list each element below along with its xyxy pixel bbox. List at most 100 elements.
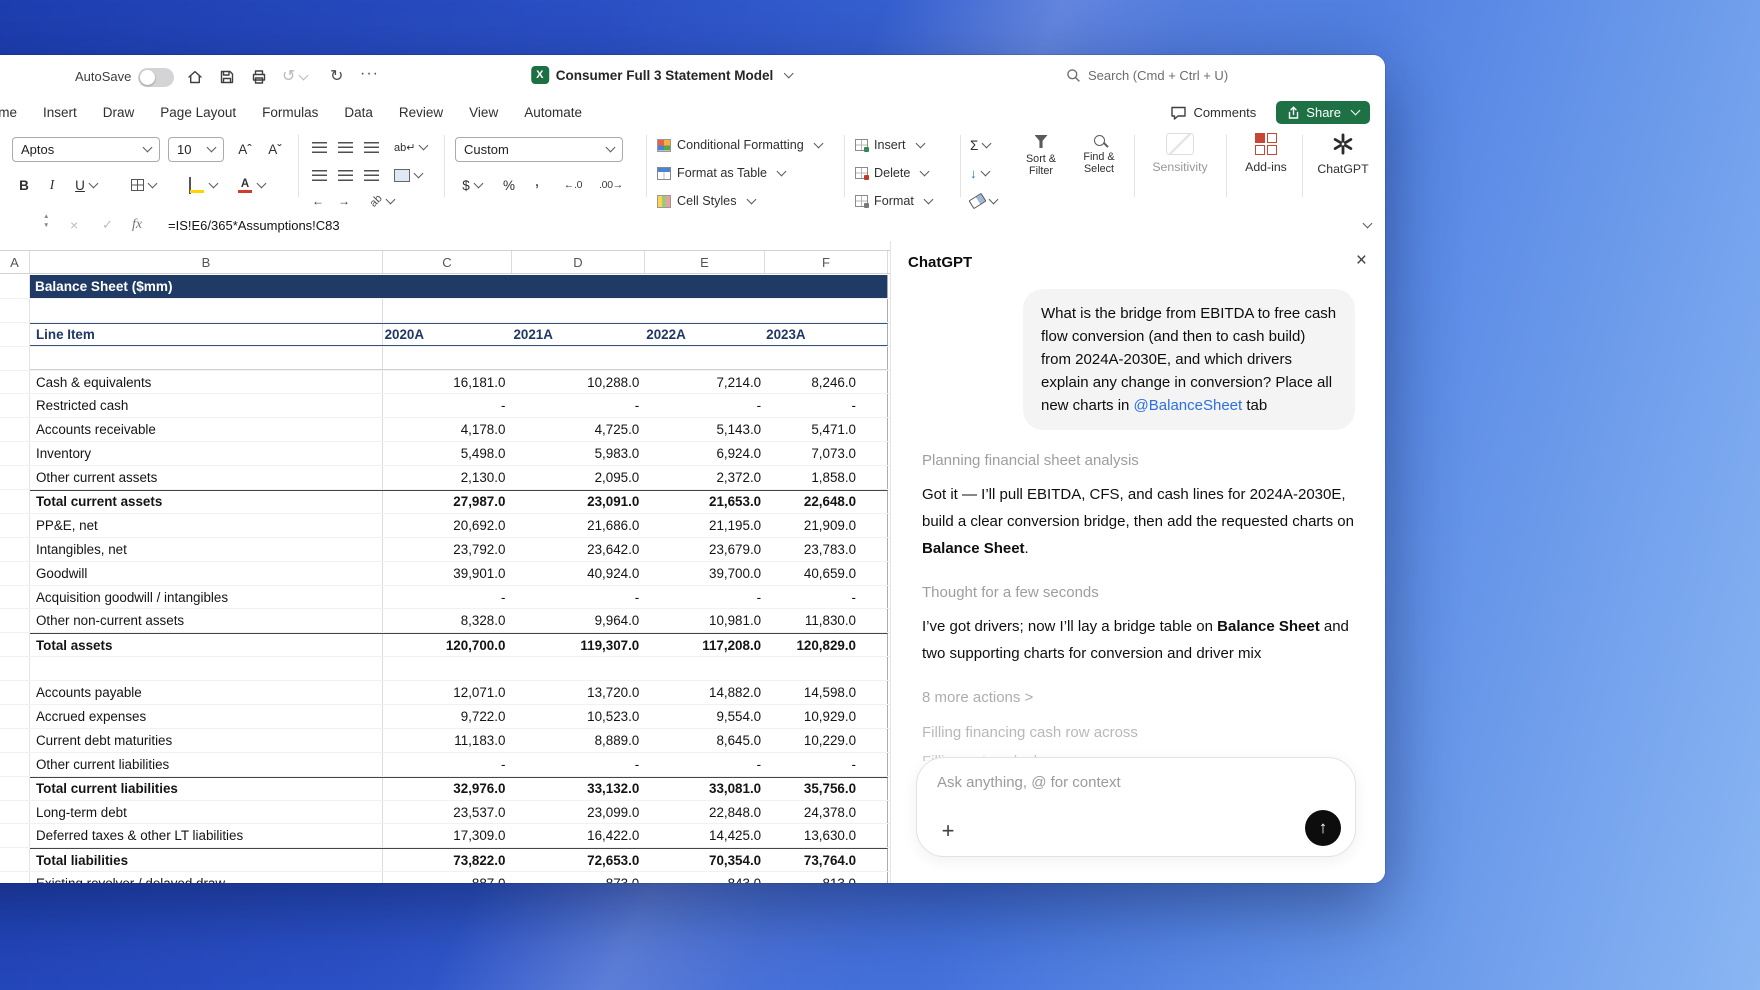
- tab-review[interactable]: Review: [386, 100, 456, 125]
- cell-label[interactable]: Accounts payable: [30, 681, 383, 705]
- font-name-select[interactable]: Aptos: [12, 137, 160, 162]
- cell-value[interactable]: 20,692.0: [383, 514, 512, 537]
- share-button[interactable]: Share: [1276, 101, 1370, 124]
- cell-value[interactable]: 8,645.0: [644, 729, 764, 752]
- formula-bar-expand-icon[interactable]: [1362, 218, 1373, 229]
- sheet-title-cell[interactable]: Balance Sheet ($mm): [30, 279, 173, 294]
- cell-value[interactable]: 16,422.0: [511, 824, 644, 847]
- cell-value[interactable]: 33,081.0: [644, 778, 764, 800]
- cell-value[interactable]: 4,178.0: [383, 418, 512, 441]
- cell-value[interactable]: 14,425.0: [644, 824, 764, 847]
- more-commands-icon[interactable]: ···: [360, 65, 379, 83]
- cell-value[interactable]: 23,537.0: [383, 801, 512, 824]
- cell-value[interactable]: 10,981.0: [644, 609, 764, 632]
- cell-value[interactable]: 887.0: [383, 872, 512, 883]
- cell-column-a[interactable]: [0, 275, 30, 298]
- tab-draw[interactable]: Draw: [90, 100, 148, 125]
- tab-automate[interactable]: Automate: [511, 100, 595, 125]
- cell-column-a[interactable]: [0, 752, 30, 776]
- cell-value[interactable]: 120,700.0: [383, 634, 512, 656]
- cell-value[interactable]: 21,909.0: [764, 514, 887, 537]
- undo-icon[interactable]: ↺: [282, 66, 309, 86]
- cell-value[interactable]: 23,792.0: [383, 538, 512, 561]
- cell-value[interactable]: 873.0: [511, 872, 644, 883]
- cell-label[interactable]: Accounts receivable: [30, 418, 383, 442]
- cell-value[interactable]: [511, 657, 644, 680]
- sensitivity-button[interactable]: Sensitivity: [1142, 133, 1218, 174]
- cell-value[interactable]: 12,071.0: [383, 681, 512, 704]
- cell-label[interactable]: Other non-current assets: [30, 609, 383, 633]
- cell-column-a[interactable]: [0, 394, 30, 418]
- print-icon[interactable]: [250, 68, 268, 86]
- cell-value[interactable]: 24,378.0: [764, 801, 887, 824]
- cell-column-a[interactable]: [0, 681, 30, 705]
- cell-value[interactable]: 21,195.0: [644, 514, 764, 537]
- shrink-font-button[interactable]: Aˇ: [262, 137, 288, 161]
- cell-value[interactable]: 39,700.0: [644, 562, 764, 585]
- cell-value[interactable]: 40,924.0: [511, 562, 644, 585]
- cell-value[interactable]: 120,829.0: [764, 634, 887, 656]
- cell-line-item-header[interactable]: Line Item: [30, 323, 383, 345]
- cell-label[interactable]: Goodwill: [30, 561, 383, 585]
- find-select-button[interactable]: Find & Select: [1072, 135, 1126, 176]
- cell-column-a[interactable]: [0, 537, 30, 561]
- align-top-button[interactable]: [312, 135, 327, 159]
- cell-label[interactable]: Inventory: [30, 442, 383, 466]
- cell-value[interactable]: -: [511, 586, 644, 609]
- format-as-table-button[interactable]: Format as Table: [657, 161, 787, 185]
- cell-value[interactable]: [511, 347, 644, 369]
- cell-value[interactable]: 9,964.0: [511, 609, 644, 632]
- cell-value[interactable]: 11,830.0: [764, 609, 887, 632]
- cell-value[interactable]: [644, 347, 764, 369]
- cell-value[interactable]: 22,648.0: [764, 491, 887, 513]
- align-middle-button[interactable]: [338, 135, 353, 159]
- conditional-formatting-button[interactable]: Conditional Formatting: [657, 133, 824, 157]
- cell-year-header[interactable]: 2021A: [511, 324, 644, 345]
- cell-label[interactable]: Current debt maturities: [30, 728, 383, 752]
- cell-value[interactable]: -: [764, 394, 887, 417]
- column-header-f[interactable]: F: [765, 251, 888, 273]
- tab-home[interactable]: Home: [0, 100, 30, 125]
- cell-label[interactable]: Total liabilities: [30, 849, 383, 872]
- cell-column-a[interactable]: [0, 872, 30, 883]
- document-title[interactable]: X Consumer Full 3 Statement Model: [530, 66, 794, 84]
- cell-value[interactable]: 7,214.0: [644, 371, 764, 394]
- cell-value[interactable]: -: [383, 753, 512, 776]
- cell-column-a[interactable]: [0, 609, 30, 633]
- cell-value[interactable]: 10,929.0: [764, 705, 887, 728]
- cell-value[interactable]: 23,642.0: [511, 538, 644, 561]
- cell-value[interactable]: 35,756.0: [764, 778, 887, 800]
- cell-value[interactable]: 23,091.0: [511, 491, 644, 513]
- align-right-button[interactable]: [364, 163, 379, 187]
- cancel-icon[interactable]: ×: [70, 217, 78, 233]
- decrease-decimal-button[interactable]: .00→: [594, 173, 628, 197]
- cell-label[interactable]: Total current liabilities: [30, 777, 383, 800]
- column-header-c[interactable]: C: [383, 251, 512, 273]
- attach-plus-icon[interactable]: +: [933, 816, 963, 846]
- name-box-spinner[interactable]: ▲ ▼: [43, 213, 49, 229]
- autosum-button[interactable]: Σ: [970, 133, 992, 157]
- cell-column-a[interactable]: [0, 776, 30, 800]
- cell-value[interactable]: 2,130.0: [383, 466, 512, 489]
- cell-value[interactable]: -: [511, 753, 644, 776]
- cell-value[interactable]: 40,659.0: [764, 562, 887, 585]
- cell-value[interactable]: 9,722.0: [383, 705, 512, 728]
- tab-formulas[interactable]: Formulas: [249, 100, 331, 125]
- format-cells-button[interactable]: Format: [855, 189, 934, 213]
- number-format-select[interactable]: Custom: [455, 137, 623, 162]
- cell-value[interactable]: 10,288.0: [511, 371, 644, 394]
- cell-column-a[interactable]: [0, 824, 30, 848]
- cell-value[interactable]: 11,183.0: [383, 729, 512, 752]
- redo-icon[interactable]: ↻: [330, 66, 343, 86]
- column-header-a[interactable]: A: [0, 251, 30, 273]
- cell-value[interactable]: 14,598.0: [764, 681, 887, 704]
- cell-styles-button[interactable]: Cell Styles: [657, 189, 756, 213]
- cell-label[interactable]: Total current assets: [30, 491, 383, 513]
- cell-value[interactable]: 17,309.0: [383, 824, 512, 847]
- bold-button[interactable]: B: [12, 173, 36, 197]
- fill-button[interactable]: ↓: [970, 161, 991, 185]
- cell-value[interactable]: 73,764.0: [764, 849, 887, 871]
- tab-page-layout[interactable]: Page Layout: [147, 100, 249, 125]
- cell-value[interactable]: [764, 347, 887, 369]
- cell-label[interactable]: Restricted cash: [30, 394, 383, 418]
